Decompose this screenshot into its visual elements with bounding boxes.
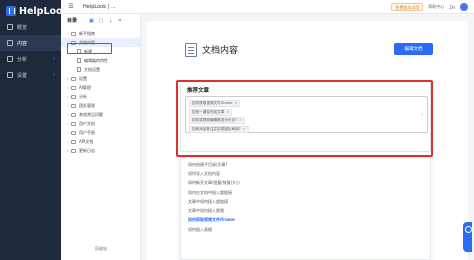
chevron-right-icon: ›: [53, 72, 55, 78]
folder-icon: [71, 85, 76, 90]
helplook-logo-icon: [6, 6, 16, 16]
dropdown-option[interactable]: 如何插入表格: [181, 225, 430, 234]
sidebar-item-analytics[interactable]: 分析 ›: [0, 51, 61, 67]
add-doc-icon[interactable]: ▢: [99, 18, 104, 24]
language-switcher[interactable]: ZH: [449, 5, 455, 10]
chevron-right-icon[interactable]: ›: [65, 139, 70, 144]
sidebar-item-settings[interactable]: 设置 ›: [0, 67, 61, 83]
help-center-link[interactable]: 帮助中心: [428, 4, 444, 10]
file-icon: [77, 67, 81, 72]
help-chat-icon[interactable]: [463, 222, 472, 252]
project-name[interactable]: HelpLook | ...: [83, 4, 116, 10]
logo[interactable]: HelpLook: [6, 4, 69, 18]
tree-item[interactable]: 文档设置: [61, 65, 140, 74]
chevron-right-icon[interactable]: ›: [65, 103, 70, 108]
recommended-articles-highlight: [176, 80, 433, 157]
selected-tree-item-highlight: [67, 43, 112, 54]
tree-item-label: 团队管理: [79, 102, 95, 108]
main-sidebar: HelpLook 概览 内容 分析 › 设置 ›: [0, 0, 69, 260]
dropdown-option[interactable]: 如何获取视频文件iframe: [181, 216, 430, 225]
sidebar-nav: 概览 内容 分析 › 设置 ›: [0, 19, 61, 83]
recycle-bin-link[interactable]: 回收站: [61, 246, 141, 252]
chevron-right-icon[interactable]: ›: [65, 94, 70, 99]
file-icon: [77, 58, 81, 63]
edit-document-button[interactable]: 编辑文档: [394, 43, 433, 55]
sidebar-item-label: 内容: [17, 40, 28, 47]
dropdown-option[interactable]: 如何导入文档内容: [181, 169, 430, 178]
document-icon: [7, 40, 13, 46]
folder-icon: [71, 112, 76, 117]
tree-item[interactable]: › 其他常见问题: [61, 110, 140, 119]
tree-item[interactable]: › 用户手册: [61, 128, 140, 137]
gear-icon: [7, 72, 13, 78]
chevron-right-icon[interactable]: ›: [65, 76, 70, 81]
tree-item-label: 用户手册: [79, 129, 95, 135]
sidebar-item-label: 分析: [17, 56, 28, 63]
document-icon: [185, 43, 197, 57]
chevron-right-icon[interactable]: ›: [65, 130, 70, 135]
doc-tree-tools: ▣ ▢ ⇣ ✕: [89, 18, 122, 24]
tree-item[interactable]: › AI管理: [61, 83, 140, 92]
sidebar-item-overview[interactable]: 概览: [0, 19, 61, 35]
chevron-right-icon: ›: [53, 56, 55, 62]
tree-item[interactable]: › 用户文档: [61, 119, 140, 128]
tree-item[interactable]: › 团队管理: [61, 101, 140, 110]
home-icon: [7, 24, 13, 30]
sidebar-item-content[interactable]: 内容: [0, 35, 61, 51]
tree-item[interactable]: › API文档: [61, 137, 140, 146]
tree-item-label: API文档: [79, 138, 94, 144]
folder-icon: [71, 139, 76, 144]
add-folder-icon[interactable]: ▣: [89, 18, 94, 24]
tree-item-label: AI管理: [79, 84, 91, 90]
top-bar: ☰ HelpLook | ... 免费版本试用 帮助中心 ZH: [61, 0, 474, 14]
recommended-articles-dropdown: 如何创建子目录/文章? 如何导入文档内容 如何新开文章/批量/恢复/大小 如何在文档中…: [180, 157, 431, 260]
avatar[interactable]: [460, 3, 468, 11]
folder-icon: [71, 130, 76, 135]
chevron-right-icon[interactable]: ›: [65, 85, 70, 90]
tree-item-label: 编辑器的特性: [84, 57, 108, 63]
chevron-right-icon[interactable]: ›: [65, 121, 70, 126]
doc-tree-header: 目录 ▣ ▢ ⇣ ✕: [61, 14, 140, 27]
page-title: 文档内容: [202, 46, 239, 56]
tree-item[interactable]: › 更新日志: [61, 146, 140, 155]
chevron-right-icon[interactable]: ›: [65, 112, 70, 117]
tree-item-label: 更新日志: [79, 147, 95, 153]
menu-toggle-icon[interactable]: ☰: [61, 3, 81, 10]
tree-item[interactable]: › 新手指南: [61, 29, 140, 38]
more-icon[interactable]: ✕: [118, 18, 122, 24]
doc-tree-title: 目录: [67, 18, 78, 24]
folder-icon: [71, 103, 76, 108]
tree-item-label: 其他常见问题: [79, 111, 103, 117]
folder-icon: [71, 94, 76, 99]
chart-icon: [7, 56, 13, 62]
sidebar-item-label: 概览: [17, 24, 28, 31]
chevron-right-icon[interactable]: ›: [65, 148, 70, 153]
dropdown-option[interactable]: 如何新开文章/批量/恢复/大小: [181, 179, 430, 188]
tree-item-label: 文档设置: [84, 66, 100, 72]
import-icon[interactable]: ⇣: [108, 18, 112, 24]
tree-item-label: 用户文档: [79, 120, 95, 126]
tree-item-label: 分析: [79, 93, 87, 99]
main-content: 文档内容 编辑文档 推荐文章 如何获取视频文件iframe × 如何一键发布到文章…: [147, 21, 468, 260]
chevron-right-icon[interactable]: ›: [65, 31, 70, 36]
dropdown-option[interactable]: 如何创建子目录/文章?: [181, 160, 430, 169]
tree-item[interactable]: › 设置: [61, 74, 140, 83]
top-bar-actions: 免费版本试用 帮助中心 ZH: [391, 3, 468, 11]
sidebar-item-label: 设置: [17, 72, 28, 79]
tree-item[interactable]: 编辑器的特性: [61, 56, 140, 65]
folder-icon: [71, 31, 76, 36]
dropdown-option[interactable]: 文章中如何插入视频: [181, 206, 430, 215]
app-root: HelpLook 概览 内容 分析 › 设置 › ☰ HelpLook | ..…: [0, 0, 474, 260]
folder-icon: [71, 76, 76, 81]
trial-badge[interactable]: 免费版本试用: [391, 3, 424, 11]
tree-item-label: 设置: [79, 75, 87, 81]
dropdown-option[interactable]: 如何在文档中插入超链接: [181, 188, 430, 197]
dropdown-option[interactable]: 文章中如何插入超链接: [181, 197, 430, 206]
folder-icon: [71, 148, 76, 153]
folder-icon: [71, 121, 76, 126]
tree-item[interactable]: › 分析: [61, 92, 140, 101]
tree-item-label: 新手指南: [79, 30, 95, 36]
